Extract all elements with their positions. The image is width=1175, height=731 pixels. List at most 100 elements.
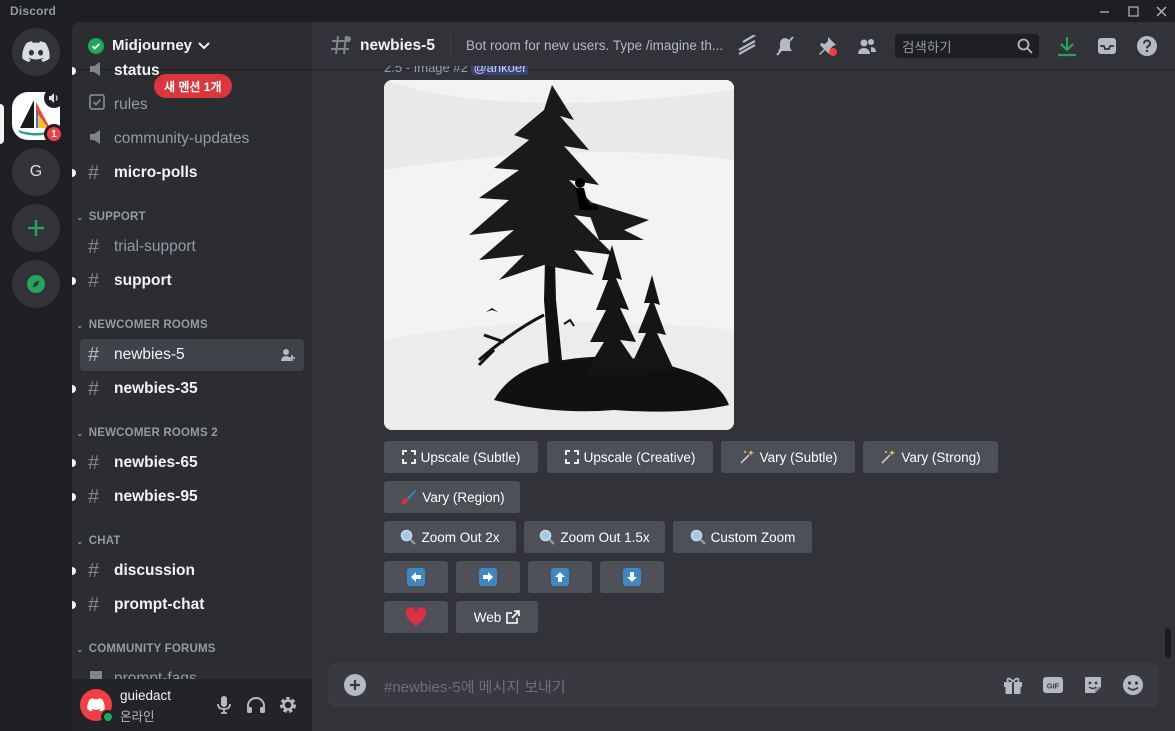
user-panel: guiedact 온라인 bbox=[72, 679, 312, 731]
inbox-button[interactable] bbox=[1095, 34, 1119, 58]
gif-button[interactable]: GIF bbox=[1041, 673, 1065, 697]
add-member-icon[interactable] bbox=[280, 347, 296, 363]
category-newcomer-rooms-2[interactable]: ⌄ NEWCOMER ROOMS 2 bbox=[76, 427, 218, 439]
web-link-button[interactable]: Web bbox=[456, 601, 538, 633]
upscale-creative-button[interactable]: Upscale (Creative) bbox=[547, 441, 713, 473]
category-chat[interactable]: ⌄ CHAT bbox=[76, 535, 121, 547]
favorite-button[interactable] bbox=[384, 601, 448, 633]
channel-topic[interactable]: Bot room for new users. Type /imagine th… bbox=[466, 38, 728, 53]
home-button[interactable] bbox=[12, 28, 60, 76]
channel-label: newbies-5 bbox=[114, 346, 185, 363]
main-chat: newbies-5 Bot room for new users. Type /… bbox=[312, 22, 1175, 731]
vary-subtle-button[interactable]: Vary (Subtle) bbox=[721, 441, 855, 473]
download-button[interactable] bbox=[1055, 34, 1079, 58]
plus-icon bbox=[350, 680, 360, 690]
arrow-left-icon bbox=[407, 568, 425, 586]
scrollbar-thumb[interactable] bbox=[1165, 628, 1171, 658]
sticker-icon bbox=[1085, 677, 1101, 693]
server-g[interactable]: G bbox=[12, 148, 60, 196]
title-bar: Discord bbox=[0, 0, 1175, 22]
emoji-button[interactable] bbox=[1121, 673, 1145, 697]
channel-newbies-5[interactable]: # newbies-5 bbox=[80, 339, 304, 371]
gear-icon bbox=[280, 697, 296, 713]
gift-button[interactable] bbox=[1001, 673, 1025, 697]
category-label: SUPPORT bbox=[88, 211, 146, 223]
generated-image[interactable] bbox=[384, 80, 734, 430]
button-label: Upscale (Subtle) bbox=[420, 449, 521, 465]
pinned-messages-button[interactable] bbox=[815, 34, 839, 58]
channel-label: community-updates bbox=[114, 130, 250, 147]
heart-icon bbox=[405, 607, 427, 626]
channel-rules[interactable]: rules bbox=[80, 89, 304, 121]
arrow-down-icon bbox=[623, 568, 641, 586]
pan-left-button[interactable] bbox=[384, 561, 448, 593]
button-label: Zoom Out 2x bbox=[421, 529, 500, 545]
add-server-button[interactable] bbox=[12, 204, 60, 252]
avatar[interactable] bbox=[80, 689, 115, 724]
button-label: Vary (Region) bbox=[422, 489, 505, 505]
chevron-down-icon: ⌄ bbox=[76, 535, 84, 546]
pan-up-button[interactable] bbox=[528, 561, 592, 593]
channel-sidebar: Midjourney status 새 멘션 1개 rules communit… bbox=[72, 22, 312, 731]
minimize-button[interactable] bbox=[1089, 0, 1119, 22]
member-list-button[interactable] bbox=[855, 34, 879, 58]
hash-icon: # bbox=[88, 559, 100, 582]
mute-icon bbox=[776, 36, 794, 56]
channel-prompt-chat[interactable]: # prompt-chat bbox=[72, 589, 304, 621]
server-midjourney[interactable]: 1 bbox=[12, 88, 64, 144]
threads-button[interactable] bbox=[735, 34, 759, 58]
mic-button[interactable] bbox=[212, 693, 236, 717]
channel-discussion[interactable]: # discussion bbox=[72, 555, 304, 587]
help-button[interactable] bbox=[1135, 34, 1159, 58]
app-title: Discord bbox=[10, 4, 57, 18]
unread-dot bbox=[72, 459, 76, 467]
unread-dot bbox=[72, 67, 76, 75]
zoom-out-2x-button[interactable]: Zoom Out 2x bbox=[384, 521, 516, 553]
category-community-forums[interactable]: ⌄ COMMUNITY FORUMS bbox=[76, 643, 216, 655]
channel-label: support bbox=[114, 272, 172, 289]
gift-icon bbox=[1004, 677, 1022, 694]
close-window-button[interactable] bbox=[1146, 0, 1175, 22]
upscale-subtle-button[interactable]: Upscale (Subtle) bbox=[384, 441, 538, 473]
rules-icon bbox=[88, 93, 114, 117]
vary-region-button[interactable]: Vary (Region) bbox=[384, 481, 520, 513]
custom-zoom-button[interactable]: Custom Zoom bbox=[673, 521, 812, 553]
announcement-icon bbox=[88, 60, 114, 83]
channel-label: newbies-35 bbox=[114, 380, 198, 397]
maximize-button[interactable] bbox=[1118, 0, 1148, 22]
settings-button[interactable] bbox=[276, 693, 300, 717]
vary-strong-button[interactable]: Vary (Strong) bbox=[863, 441, 998, 473]
message-input[interactable]: #newbies-5에 메시지 보내기 bbox=[384, 676, 566, 697]
pan-down-button[interactable] bbox=[600, 561, 664, 593]
channel-micro-polls[interactable]: # micro-polls bbox=[72, 157, 304, 189]
user-status: 온라인 bbox=[120, 710, 155, 724]
attach-button[interactable] bbox=[344, 674, 366, 696]
headphones-icon bbox=[247, 697, 265, 713]
discover-button[interactable] bbox=[12, 260, 60, 308]
compass-icon bbox=[27, 275, 45, 293]
zoom-out-1-5x-button[interactable]: Zoom Out 1.5x bbox=[524, 521, 665, 553]
arrow-right-icon bbox=[479, 568, 497, 586]
headphones-button[interactable] bbox=[244, 693, 268, 717]
button-label: Vary (Subtle) bbox=[759, 449, 838, 465]
channel-community-updates[interactable]: community-updates bbox=[80, 123, 304, 155]
search-input[interactable]: 검색하기 bbox=[895, 34, 1039, 58]
emoji-icon bbox=[1123, 675, 1143, 695]
mute-button[interactable] bbox=[773, 34, 797, 58]
hash-icon: # bbox=[88, 161, 100, 184]
category-label: CHAT bbox=[88, 535, 121, 547]
message-composer[interactable]: #newbies-5에 메시지 보내기 GIF bbox=[328, 663, 1159, 707]
hash-icon: # bbox=[88, 343, 100, 366]
button-label: Web bbox=[473, 609, 502, 625]
category-label: NEWCOMER ROOMS bbox=[88, 319, 208, 331]
sticker-button[interactable] bbox=[1081, 673, 1105, 697]
channel-newbies-65[interactable]: # newbies-65 bbox=[72, 447, 304, 479]
channel-support[interactable]: # support bbox=[72, 265, 304, 297]
channel-newbies-95[interactable]: # newbies-95 bbox=[72, 481, 304, 513]
category-newcomer-rooms[interactable]: ⌄ NEWCOMER ROOMS bbox=[76, 319, 208, 331]
hash-icon: # bbox=[88, 485, 100, 508]
category-support[interactable]: ⌄ SUPPORT bbox=[76, 211, 146, 223]
channel-newbies-35[interactable]: # newbies-35 bbox=[72, 373, 304, 405]
pan-right-button[interactable] bbox=[456, 561, 520, 593]
channel-trial-support[interactable]: # trial-support bbox=[80, 231, 304, 263]
